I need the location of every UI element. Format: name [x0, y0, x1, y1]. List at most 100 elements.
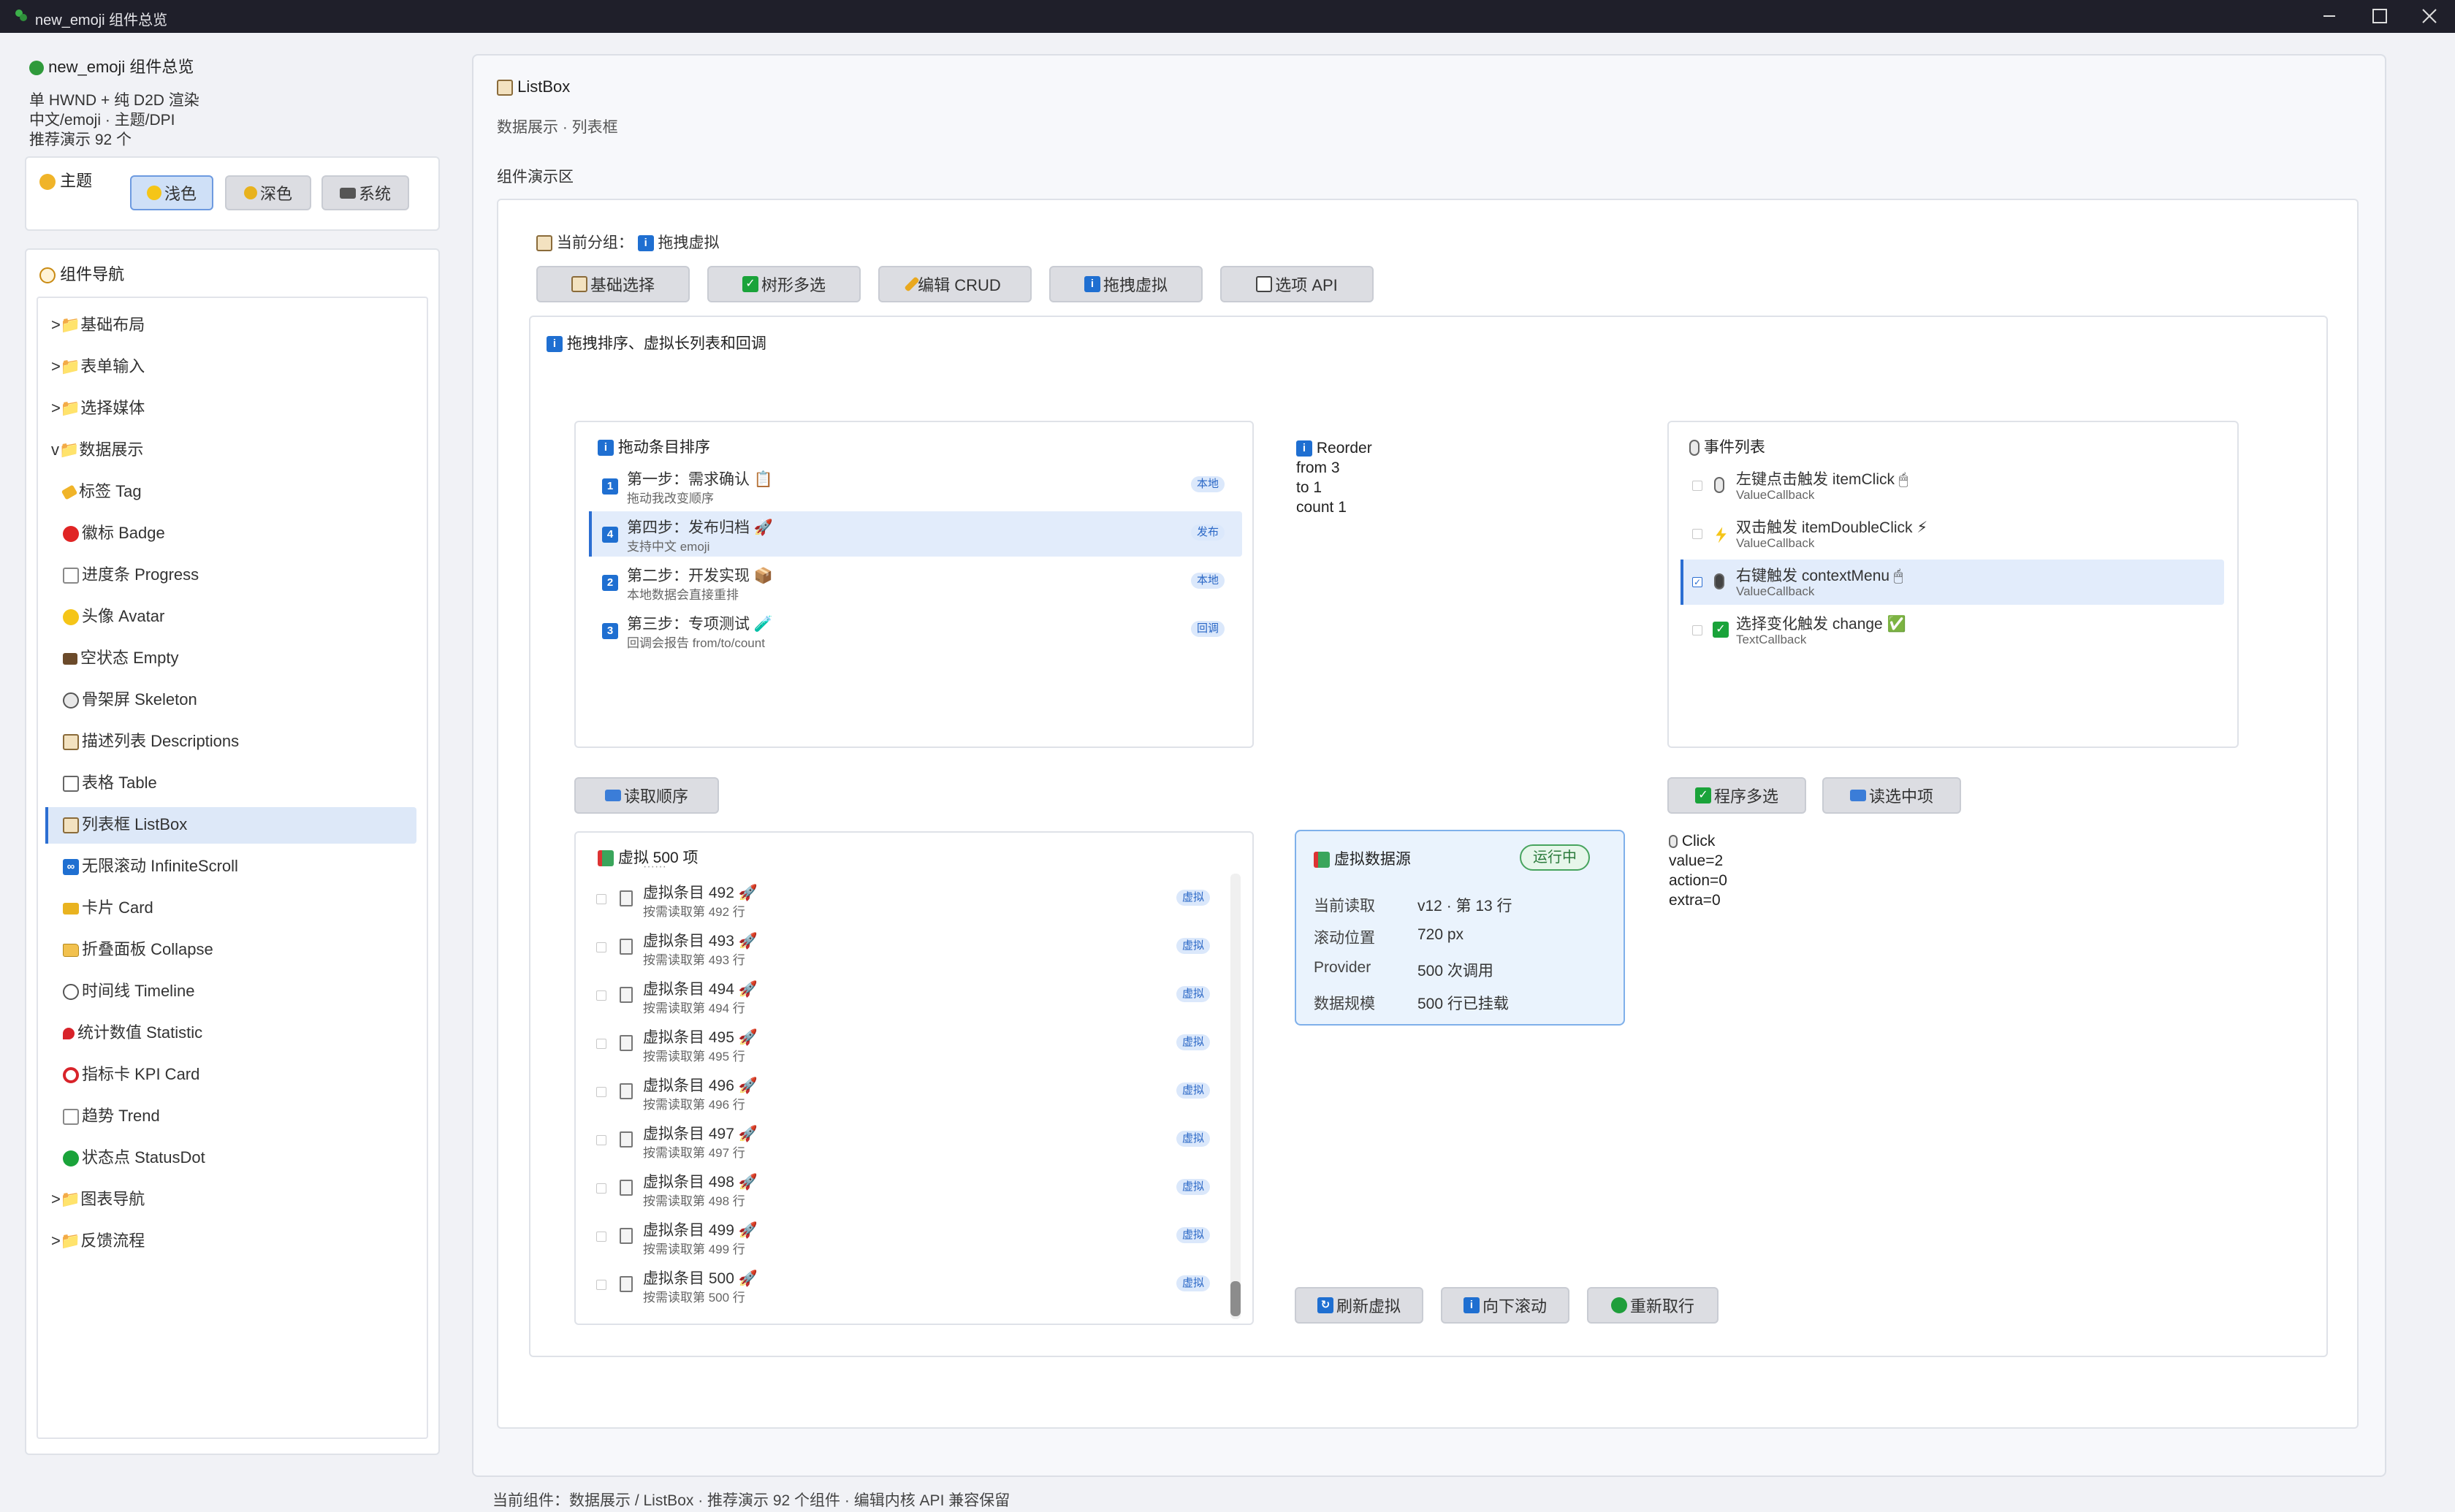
tab-tree-multi[interactable]: ✓ 树形多选: [707, 266, 861, 302]
sidebar-item-timeline[interactable]: 时间线 Timeline: [63, 975, 428, 1007]
drag-list-title: i 拖动条目排序: [598, 435, 710, 457]
virtual-list-item[interactable]: 虚拟条目 499 🚀 按需读取第 499 行 虚拟: [589, 1214, 1223, 1259]
event-item[interactable]: 左键点击触发 itemClick 🖱 ValueCallback: [1681, 463, 2224, 508]
sidebar-item-table[interactable]: 表格 Table: [63, 767, 428, 799]
sidebar-item-listbox[interactable]: 列表框 ListBox: [63, 809, 428, 841]
sidebar-item-card[interactable]: 卡片 Card: [63, 892, 428, 924]
clock-icon: [63, 984, 79, 1001]
refetch-rows-button[interactable]: 重新取行: [1587, 1287, 1718, 1324]
read-order-button[interactable]: 读取顺序: [574, 777, 719, 814]
mouse-icon: [1714, 477, 1724, 494]
nav-group-media[interactable]: >📁选择媒体: [51, 392, 145, 424]
virtual-list-item[interactable]: 虚拟条目 494 🚀 按需读取第 494 行 虚拟: [589, 973, 1223, 1018]
virtual-item-checkbox[interactable]: [596, 1280, 606, 1290]
sidebar-item-empty[interactable]: 空状态 Empty: [63, 642, 428, 674]
sidebar-item-tag[interactable]: 标签 Tag: [61, 476, 428, 508]
nav-group-layout[interactable]: >📁基础布局: [51, 309, 145, 341]
event-title: 右键触发 contextMenu 🖱: [1736, 568, 1903, 584]
virtual-list-item[interactable]: 虚拟条目 498 🚀 按需读取第 498 行 虚拟: [589, 1166, 1223, 1211]
virtual-item-checkbox[interactable]: [596, 1039, 606, 1049]
multi-select-button[interactable]: ✓ 程序多选: [1667, 777, 1806, 814]
virtual-item-checkbox[interactable]: [596, 894, 606, 904]
virtual-list-item[interactable]: 虚拟条目 496 🚀 按需读取第 496 行 虚拟: [589, 1069, 1223, 1115]
sidebar-item-descriptions[interactable]: 描述列表 Descriptions: [63, 725, 428, 757]
sidebar-item-label: 卡片 Card: [82, 898, 153, 917]
read-selected-button[interactable]: 读选中项: [1822, 777, 1961, 814]
virtual-item-checkbox[interactable]: [596, 942, 606, 952]
refresh-icon: ↻: [1317, 1297, 1333, 1313]
list-item[interactable]: 3 第三步：专项测试 🧪 回调会报告 from/to/count 回调: [589, 608, 1242, 653]
virtual-item-checkbox[interactable]: [596, 990, 606, 1001]
smiley-icon: [63, 609, 79, 626]
reorder-from: from 3: [1296, 459, 1340, 476]
virtual-item-checkbox[interactable]: [596, 1232, 606, 1242]
list-item-tag: 发布: [1191, 524, 1225, 541]
virtual-scrollbar-thumb[interactable]: [1230, 1281, 1241, 1316]
virtual-scrollbar-track[interactable]: [1230, 874, 1241, 1319]
sidebar-item-badge[interactable]: 徽标 Badge: [63, 517, 428, 549]
list-item-selected[interactable]: 4 第四步：发布归档 🚀 支持中文 emoji 发布: [589, 511, 1242, 557]
clipboard-icon: [63, 817, 79, 834]
sidebar-item-trend[interactable]: 趋势 Trend: [63, 1100, 428, 1132]
desc-line: 中文/emoji · 主题/DPI: [29, 112, 175, 129]
datasource-title-text: 虚拟数据源: [1333, 851, 1411, 868]
tab-basic-select[interactable]: 基础选择: [536, 266, 690, 302]
virtual-list-item[interactable]: 虚拟条目 492 🚀 按需读取第 492 行 虚拟: [589, 877, 1223, 922]
nav-group-data[interactable]: v📁数据展示: [51, 434, 143, 466]
virtual-list-item[interactable]: 虚拟条目 493 🚀 按需读取第 493 行 虚拟: [589, 925, 1223, 970]
recycle-icon: [1610, 1297, 1627, 1313]
sidebar-item-label: 描述列表 Descriptions: [82, 732, 240, 750]
nav-group-feedback[interactable]: >📁反馈流程: [51, 1225, 145, 1257]
sidebar-item-statistic[interactable]: 统计数值 Statistic: [63, 1017, 428, 1049]
check-icon: ✓: [1694, 787, 1711, 803]
info-icon: i: [598, 440, 614, 457]
event-checkbox-checked[interactable]: ✓: [1692, 577, 1702, 587]
tab-drag-virtual[interactable]: i 拖拽虚拟: [1049, 266, 1203, 302]
theme-light-button[interactable]: 浅色: [130, 175, 213, 210]
virtual-list-title-text: 虚拟 500 项: [617, 849, 699, 866]
theme-dark-button[interactable]: 深色: [225, 175, 311, 210]
maximize-icon[interactable]: [2364, 4, 2394, 28]
window-titlebar: new_emoji 组件总览: [0, 0, 2455, 33]
list-item[interactable]: 2 第二步：开发实现 📦 本地数据会直接重排 本地: [589, 560, 1242, 605]
sidebar-item-kpi[interactable]: 指标卡 KPI Card: [63, 1058, 428, 1091]
sidebar-item-avatar[interactable]: 头像 Avatar: [63, 600, 428, 633]
sidebar-item-infinitescroll[interactable]: ∞ 无限滚动 InfiniteScroll: [63, 850, 428, 882]
virtual-list-item[interactable]: 虚拟条目 495 🚀 按需读取第 495 行 虚拟: [589, 1021, 1223, 1066]
virtual-item-checkbox[interactable]: [596, 1183, 606, 1194]
event-item[interactable]: 双击触发 itemDoubleClick ⚡ ValueCallback: [1681, 511, 2224, 557]
scroll-down-button[interactable]: i 向下滚动: [1441, 1287, 1569, 1324]
nav-group-charts[interactable]: >📁图表导航: [51, 1183, 145, 1215]
sidebar-item-skeleton[interactable]: 骨架屏 Skeleton: [63, 684, 428, 716]
sidebar-item-progress[interactable]: 进度条 Progress: [63, 559, 428, 591]
target-icon: [63, 1067, 79, 1084]
list-item[interactable]: 1 第一步：需求确认 📋 拖动我改变顺序 本地: [589, 463, 1242, 508]
event-checkbox[interactable]: [1692, 529, 1702, 539]
virtual-item-checkbox[interactable]: [596, 1087, 606, 1097]
outbox-icon: [1849, 790, 1866, 801]
list-item-subtitle: 支持中文 emoji: [627, 540, 710, 554]
theme-system-button[interactable]: 系统: [321, 175, 409, 210]
click-value: value=2: [1669, 852, 1724, 869]
tab-edit-crud[interactable]: 编辑 CRUD: [878, 266, 1032, 302]
virtual-list-item[interactable]: 虚拟条目 500 🚀 按需读取第 500 行 虚拟: [589, 1262, 1223, 1307]
sidebar-item-collapse[interactable]: 折叠面板 Collapse: [63, 933, 428, 966]
virtual-item-title: 虚拟条目 497 🚀: [643, 1126, 758, 1142]
book-icon: [1314, 852, 1330, 868]
nav-group-form[interactable]: >📁表单输入: [51, 351, 145, 383]
virtual-item-checkbox[interactable]: [596, 1135, 606, 1145]
refresh-virtual-button[interactable]: ↻ 刷新虚拟: [1295, 1287, 1423, 1324]
virtual-list-item[interactable]: 虚拟条目 497 🚀 按需读取第 497 行 虚拟: [589, 1118, 1223, 1163]
sun-icon: [146, 186, 161, 200]
sidebar-item-statusdot[interactable]: 状态点 StatusDot: [63, 1142, 428, 1174]
event-item-selected[interactable]: ✓ 右键触发 contextMenu 🖱 ValueCallback: [1681, 560, 2224, 605]
close-icon[interactable]: [2414, 4, 2443, 28]
list-item-title: 第一步：需求确认 📋: [627, 471, 773, 488]
minimize-icon[interactable]: [2315, 4, 2344, 28]
virtual-item-tag: 虚拟: [1176, 1275, 1211, 1291]
event-item[interactable]: ✓ 选择变化触发 change ✅ TextCallback: [1681, 608, 2224, 653]
tab-options-api[interactable]: 选项 API: [1220, 266, 1374, 302]
document-icon: [620, 1276, 633, 1293]
event-checkbox[interactable]: [1692, 481, 1702, 491]
event-checkbox[interactable]: [1692, 625, 1702, 635]
